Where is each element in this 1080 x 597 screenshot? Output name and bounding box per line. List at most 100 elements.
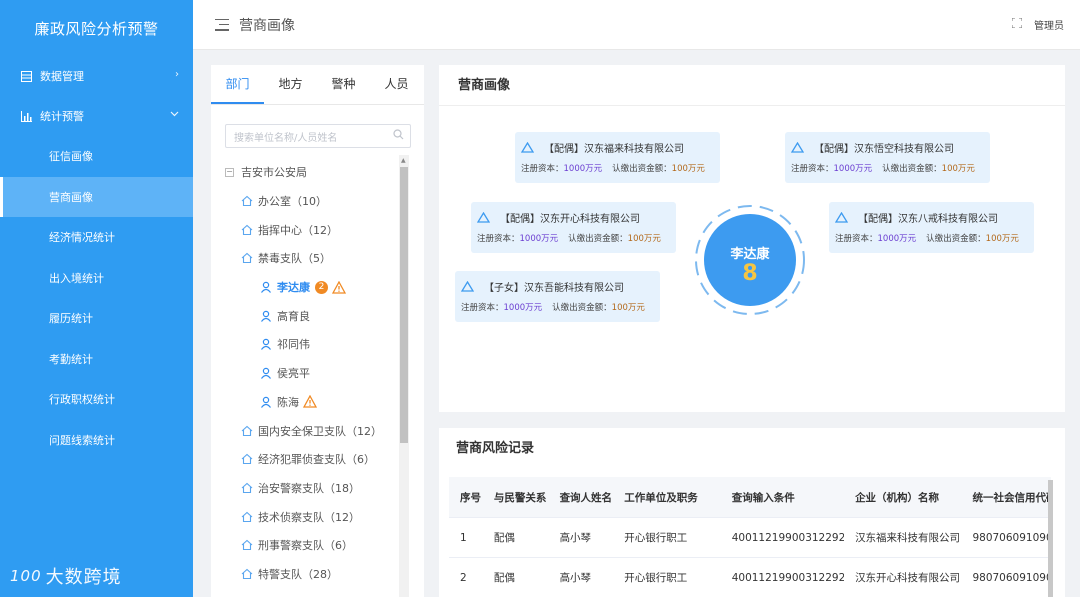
tree-node-label: 刑事警察支队（6） (258, 539, 353, 553)
tree-dept-node[interactable]: 国内安全保卫支队（12） (225, 416, 403, 445)
tab-personnel[interactable]: 人员 (370, 65, 423, 104)
sub-item-clue-stats[interactable]: 问题线索统计 (0, 420, 193, 461)
company-card[interactable]: 【配偶】汉东福来科技有限公司 注册资本：1000万元 认缴出资金额：100万元 (515, 132, 720, 183)
table-cell: 高小琴 (559, 532, 592, 544)
user-icon (260, 367, 272, 380)
page-title: 营商画像 (239, 17, 295, 34)
sub-item-admin-power-stats[interactable]: 行政职权统计 (0, 379, 193, 420)
menu-data-management[interactable]: 数据管理 › (0, 56, 193, 96)
table-scrollbar[interactable] (1048, 480, 1053, 597)
tree-person-node[interactable]: 陈海 (225, 388, 403, 417)
tree-dept-node[interactable]: 指挥中心（12） (225, 215, 403, 244)
sidebar: 廉政风险分析预警 数据管理 › 统计预警 征信画像 营商画像 经济情况统计 出入… (0, 0, 193, 597)
table-cell: 开心银行职工 (624, 572, 688, 584)
paid-capital-value: 100万元 (611, 303, 645, 313)
top-header: 营商画像 管理员 (193, 0, 1080, 50)
table-cell: 2 (460, 571, 467, 584)
home-icon (241, 252, 253, 264)
tree-person-node[interactable]: 李达康 2 (225, 273, 403, 302)
column-header: 序号 (460, 491, 481, 504)
table-cell: 配偶 (493, 572, 515, 584)
reg-capital-label: 注册资本： (791, 164, 834, 174)
tree-dept-node[interactable]: 治安警察支队（18） (225, 474, 403, 503)
company-card[interactable]: 【配偶】汉东开心科技有限公司 注册资本：1000万元 认缴出资金额：100万元 (471, 202, 676, 253)
paid-capital-label: 认缴出资金额： (612, 164, 672, 174)
center-person-name: 李达康 (730, 247, 770, 262)
scroll-up-icon[interactable]: ▲ (401, 157, 406, 164)
paid-capital-value: 100万元 (941, 164, 975, 174)
tree-node-label: 禁毒支队（5） (258, 252, 331, 266)
tree-scrollbar[interactable]: ▲ (399, 155, 409, 597)
reg-capital-value: 1000万元 (503, 303, 543, 313)
paid-capital-value: 100万元 (627, 234, 661, 244)
business-profile-panel: 营商画像 【配偶】汉东福来科技有限公司 注册资本：1000万元 认缴出资金额：100… (439, 65, 1065, 412)
tab-police-type[interactable]: 警种 (317, 65, 370, 104)
company-card[interactable]: 【子女】汉东吾能科技有限公司 注册资本：1000万元 认缴出资金额：100万元 (455, 271, 660, 322)
user-icon (260, 338, 272, 351)
tree-dept-node[interactable]: 网络安全保卫支队（3） (225, 588, 403, 597)
sub-item-attendance-stats[interactable]: 考勤统计 (0, 339, 193, 380)
tree-dept-node[interactable]: 禁毒支队（5） (225, 244, 403, 273)
company-name: 【配偶】汉东悟空科技有限公司 (814, 144, 954, 155)
collapse-icon[interactable]: − (225, 167, 234, 177)
menu-statistics-warning[interactable]: 统计预警 (0, 96, 193, 136)
logo-icon: 100 (10, 567, 42, 585)
reg-capital-label: 注册资本： (835, 234, 878, 244)
table-cell: 开心银行职工 (624, 532, 688, 544)
sub-item-border-stats[interactable]: 出入境统计 (0, 258, 193, 299)
paid-capital-value: 100万元 (671, 164, 705, 174)
tree-dept-node[interactable]: 特警支队（28） (225, 560, 403, 589)
tree-dept-node[interactable]: − 吉安市公安局 (225, 158, 403, 187)
company-name: 【配偶】汉东开心科技有限公司 (500, 214, 640, 225)
warning-icon (303, 395, 317, 408)
reg-capital-value: 1000万元 (519, 234, 559, 244)
tree-tabs: 部门 地方 警种 人员 (211, 65, 424, 105)
paid-capital-label: 认缴出资金额： (882, 164, 942, 174)
tree-node-label: 特警支队（28） (258, 567, 338, 581)
company-card[interactable]: 【配偶】汉东悟空科技有限公司注册资本：1000万元 认缴出资金额：100万元 (785, 132, 990, 183)
sub-item-credit-profile[interactable]: 征信画像 (0, 136, 193, 177)
tree-node-label: 祁同伟 (277, 338, 310, 352)
sub-item-business-profile[interactable]: 营商画像 (0, 176, 193, 217)
search-icon[interactable] (393, 129, 404, 140)
table-cell: 98070609109090 (972, 571, 1051, 584)
paid-capital-label: 认缴出资金额： (926, 234, 986, 244)
fullscreen-icon[interactable] (1011, 17, 1023, 31)
tree-person-node[interactable]: 侯亮平 (225, 359, 403, 388)
home-icon (241, 539, 253, 551)
panel-title: 营商画像 (439, 65, 1065, 106)
tree-node-label: 技术侦察支队（12） (258, 510, 360, 524)
table-cell: 400112199003122920 (731, 531, 845, 544)
table-icon (20, 70, 32, 82)
tree-dept-node[interactable]: 办公室（10） (225, 187, 403, 216)
sub-item-resume-stats[interactable]: 履历统计 (0, 298, 193, 339)
triangle-icon (461, 281, 474, 292)
menu-fold-icon[interactable] (215, 18, 229, 31)
tab-region[interactable]: 地方 (264, 65, 317, 104)
risk-records-table: 序号 与民警关系 查询人姓名 工作单位及职务 查询输入条件 企业（机构）名称 统一社会信用代… (449, 477, 1051, 597)
user-name[interactable]: 管理员 (1034, 17, 1064, 32)
tree-node-label: 侯亮平 (277, 367, 310, 381)
triangle-icon (835, 212, 848, 223)
tree-dept-node[interactable]: 技术侦察支队（12） (225, 502, 403, 531)
paid-capital-label: 认缴出资金额： (568, 234, 628, 244)
company-name: 【配偶】汉东八戒科技有限公司 (858, 214, 998, 225)
tree-dept-node[interactable]: 经济犯罪侦查支队（6） (225, 445, 403, 474)
center-person-circle[interactable]: 李达康 8 (693, 203, 807, 317)
tree-person-node[interactable]: 高育良 (225, 301, 403, 330)
tree-person-node[interactable]: 祁同伟 (225, 330, 403, 359)
table-row[interactable]: 2 配偶 高小琴 开心银行职工 400112199003122920 汉东开心科技有限公司… (449, 558, 1051, 597)
sub-item-economy-stats[interactable]: 经济情况统计 (0, 217, 193, 258)
reg-capital-value: 1000万元 (833, 164, 873, 174)
company-card[interactable]: 【配偶】汉东八戒科技有限公司 注册资本：1000万元 认缴出资金额：100万元 (829, 202, 1034, 253)
triangle-icon (521, 142, 534, 153)
paid-capital-label: 认缴出资金额： (552, 303, 612, 313)
tree-node-label: 李达康 (277, 281, 310, 295)
home-icon (241, 568, 253, 580)
tab-department[interactable]: 部门 (211, 65, 264, 104)
scroll-thumb[interactable] (400, 167, 408, 443)
reg-capital-label: 注册资本： (461, 303, 504, 313)
tree-dept-node[interactable]: 刑事警察支队（6） (225, 531, 403, 560)
table-row[interactable]: 1 配偶 高小琴 开心银行职工 400112199003122920 汉东福来科技有限公司… (449, 518, 1051, 558)
search-input[interactable]: 搜索单位名称/人员姓名 (225, 124, 411, 148)
